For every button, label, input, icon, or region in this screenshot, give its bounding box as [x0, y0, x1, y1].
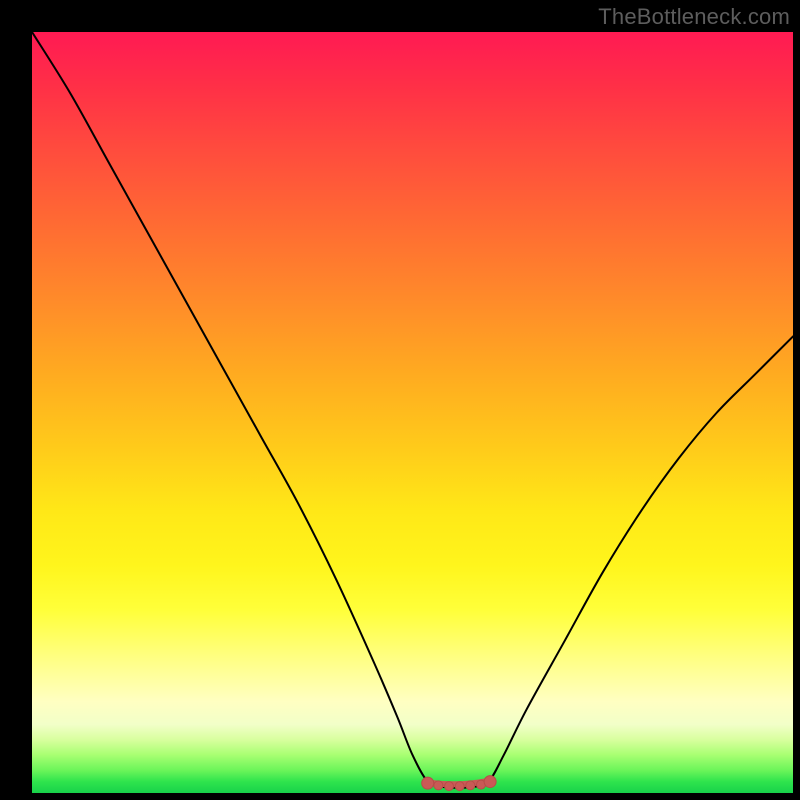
chart-frame: TheBottleneck.com: [0, 0, 800, 800]
valley-marker: [466, 781, 475, 790]
valley-marker: [434, 781, 443, 790]
bottleneck-curve: [32, 32, 793, 788]
valley-marker: [484, 776, 496, 788]
watermark-text: TheBottleneck.com: [598, 4, 790, 30]
valley-marker: [455, 782, 464, 791]
valley-markers: [422, 776, 496, 791]
valley-marker: [445, 782, 454, 791]
valley-marker: [422, 777, 434, 789]
plot-area: [32, 32, 793, 793]
curve-layer: [32, 32, 793, 793]
